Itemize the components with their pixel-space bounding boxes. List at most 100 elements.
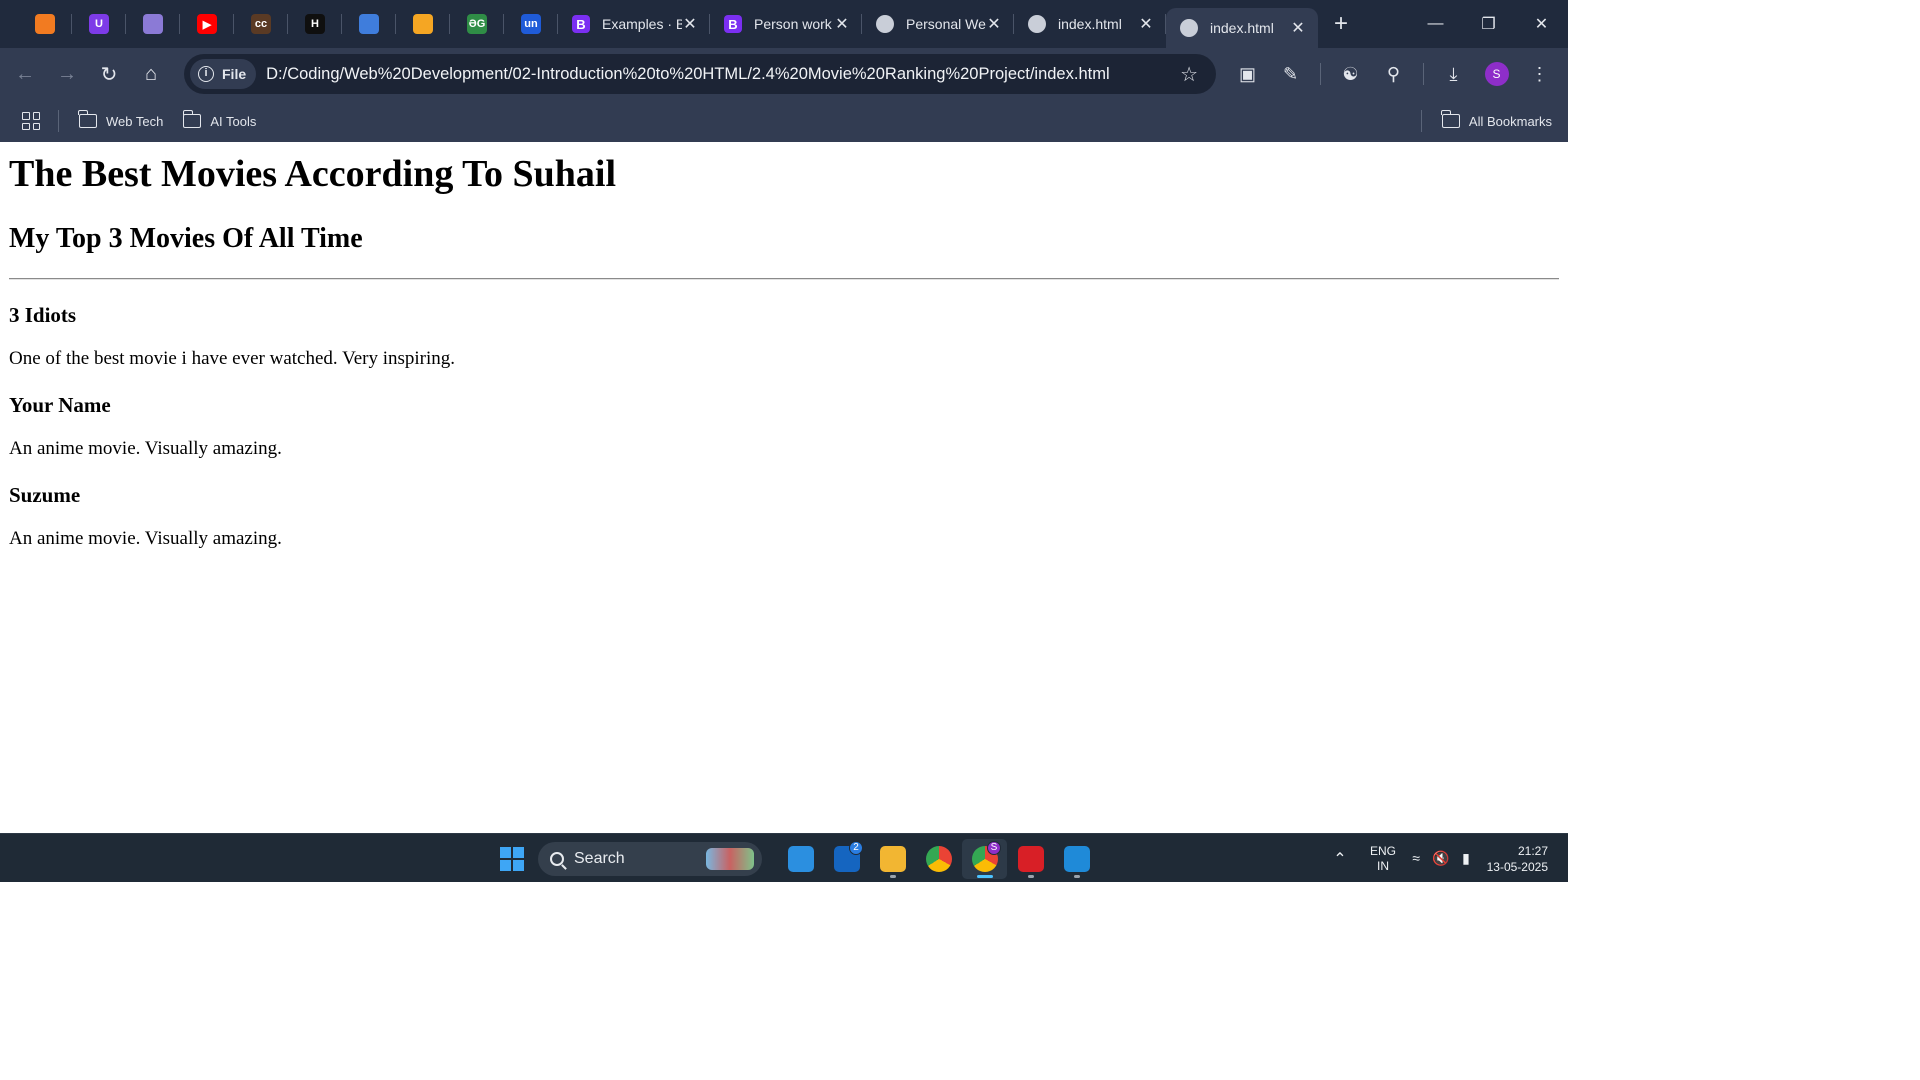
pinned-tab[interactable]: H	[288, 0, 342, 48]
date-text: 13-05-2025	[1486, 859, 1548, 874]
browser-toolbar: ← → ↻ ⌂ i File D:/Coding/Web%20Developme…	[0, 48, 1568, 100]
menu-icon[interactable]: ⋮	[1518, 64, 1561, 85]
close-tab-icon[interactable]: ✕	[1290, 18, 1306, 38]
tab-title: Person work	[754, 16, 832, 32]
close-tab-icon[interactable]: ✕	[682, 14, 698, 34]
new-tab-button[interactable]: +	[1318, 10, 1364, 38]
taskbar-app[interactable]: 2	[824, 839, 869, 879]
bookmarks-bar: Web Tech AI Tools All Bookmarks	[0, 100, 1568, 142]
globe-icon	[1180, 19, 1198, 37]
search-highlight-image	[706, 847, 754, 870]
browser-tab[interactable]: index.html ✕	[1014, 0, 1166, 48]
picture-in-picture-icon[interactable]: ▣	[1226, 64, 1269, 85]
bootstrap-icon: B	[724, 15, 742, 33]
region-code: IN	[1377, 858, 1389, 873]
taskbar-app[interactable]	[916, 839, 961, 879]
minimize-icon[interactable]: —	[1409, 0, 1462, 48]
geeksforgeeks-icon: ƏG	[467, 14, 487, 34]
running-indicator	[976, 874, 993, 878]
all-bookmarks-button[interactable]: All Bookmarks	[1441, 110, 1552, 129]
browser-tab[interactable]: Personal We ✕	[862, 0, 1014, 48]
bookmark-folder-web-tech[interactable]: Web Tech	[78, 110, 163, 129]
pinned-tab[interactable]: ▶	[180, 0, 234, 48]
close-window-icon[interactable]: ✕	[1515, 0, 1568, 48]
lens-search-icon[interactable]: ⚲	[1372, 64, 1415, 85]
site-info-chip[interactable]: i File	[190, 59, 257, 89]
url-text[interactable]: D:/Coding/Web%20Development/02-Introduct…	[266, 65, 1110, 84]
taskbar-app[interactable]	[1054, 839, 1099, 879]
tab-title: Personal We	[906, 16, 986, 32]
browser-tab[interactable]: B Examples · B ✕	[558, 0, 710, 48]
extensions-icon[interactable]: ✎	[1269, 64, 1312, 85]
home-icon[interactable]: ⌂	[130, 63, 172, 86]
search-icon	[550, 851, 564, 866]
close-tab-icon[interactable]: ✕	[1138, 14, 1154, 34]
pinned-tab[interactable]	[18, 0, 72, 48]
horizontal-rule	[9, 278, 1559, 280]
language-indicator[interactable]: ENG IN	[1360, 844, 1406, 874]
notification-badge: 2	[849, 840, 863, 855]
incognito-icon[interactable]: ☯	[1329, 64, 1372, 85]
file-explorer-icon	[879, 845, 906, 872]
browser-tab[interactable]: B Person work ✕	[710, 0, 862, 48]
all-bookmarks-label: All Bookmarks	[1468, 113, 1552, 129]
pinned-tab[interactable]	[396, 0, 450, 48]
close-tab-icon[interactable]: ✕	[986, 14, 1002, 34]
movie-description: An anime movie. Visually amazing.	[9, 438, 282, 459]
info-icon: i	[198, 66, 214, 82]
pinned-tab[interactable]: cc	[234, 0, 288, 48]
taskbar-app[interactable]: S	[962, 838, 1007, 879]
avatar: S	[1484, 62, 1509, 86]
bookmark-star-icon[interactable]: ☆	[1180, 62, 1198, 87]
chevron-up-icon[interactable]: ⌃	[1320, 849, 1360, 869]
vscode-icon	[1063, 845, 1090, 872]
taskbar-app[interactable]	[778, 839, 823, 879]
pinned-tab[interactable]: U	[72, 0, 126, 48]
taskbar-search[interactable]: Search	[538, 841, 762, 876]
movie-entry: Suzume An anime movie. Visually amazing.	[9, 482, 1559, 550]
tab-title: index.html	[1210, 20, 1274, 36]
cc-icon: cc	[251, 14, 271, 34]
close-tab-icon[interactable]: ✕	[834, 14, 850, 34]
pinned-tab[interactable]	[126, 0, 180, 48]
system-tray: ⌃ ENG IN ≈ 🔇 ▮ 21:27 13-05-2025	[1320, 834, 1568, 883]
clock[interactable]: 21:27 13-05-2025	[1476, 843, 1568, 875]
wifi-icon: ≈	[1412, 850, 1420, 866]
chrome-icon	[925, 845, 952, 872]
search-label: Search	[574, 849, 625, 867]
pinned-tab[interactable]	[342, 0, 396, 48]
apps-grid-icon[interactable]	[22, 112, 40, 130]
youtube-icon: ▶	[197, 14, 217, 34]
taskbar-app[interactable]	[870, 839, 915, 879]
quick-settings[interactable]: ≈ 🔇 ▮	[1406, 850, 1476, 867]
address-bar[interactable]: i File D:/Coding/Web%20Development/02-In…	[184, 54, 1216, 94]
forward-icon[interactable]: →	[46, 63, 88, 86]
pinned-tabs: U ▶ cc H ƏG un	[0, 0, 558, 48]
store-icon	[787, 845, 814, 872]
bootstrap-icon: B	[572, 15, 590, 33]
acrobat-icon	[1017, 845, 1044, 872]
toolbar-icons: ▣ ✎ ☯ ⚲ ⤓ S ⋮	[1226, 48, 1561, 100]
download-icon[interactable]: ⤓	[1432, 64, 1475, 85]
page-title: The Best Movies According To Suhail	[9, 153, 617, 195]
windows-start-icon[interactable]	[500, 846, 524, 871]
folder-icon	[182, 110, 202, 128]
notification-badge: S	[987, 840, 1001, 855]
taskbar-apps: Search 2 S	[496, 834, 1099, 883]
bookmarks-divider	[58, 110, 59, 132]
pinned-tab[interactable]: ƏG	[450, 0, 504, 48]
taskbar-app[interactable]	[1008, 839, 1053, 879]
open-tabs: B Examples · B ✕ B Person work ✕ Personal We ✕ i…	[558, 0, 1318, 48]
reload-icon[interactable]: ↻	[88, 62, 130, 87]
pinned-tab[interactable]: un	[504, 0, 558, 48]
browser-tab[interactable]: index.html ✕	[1166, 8, 1318, 48]
codeforces-icon	[413, 14, 433, 34]
bar-chart-icon	[359, 14, 379, 34]
bookmark-folder-ai-tools[interactable]: AI Tools	[182, 110, 256, 129]
restore-icon[interactable]: ❐	[1462, 0, 1515, 48]
profile-button[interactable]: S	[1475, 62, 1518, 86]
globe-icon	[876, 15, 894, 33]
back-icon[interactable]: ←	[4, 63, 46, 86]
running-indicator	[1027, 874, 1034, 878]
tab-title: index.html	[1058, 16, 1122, 32]
